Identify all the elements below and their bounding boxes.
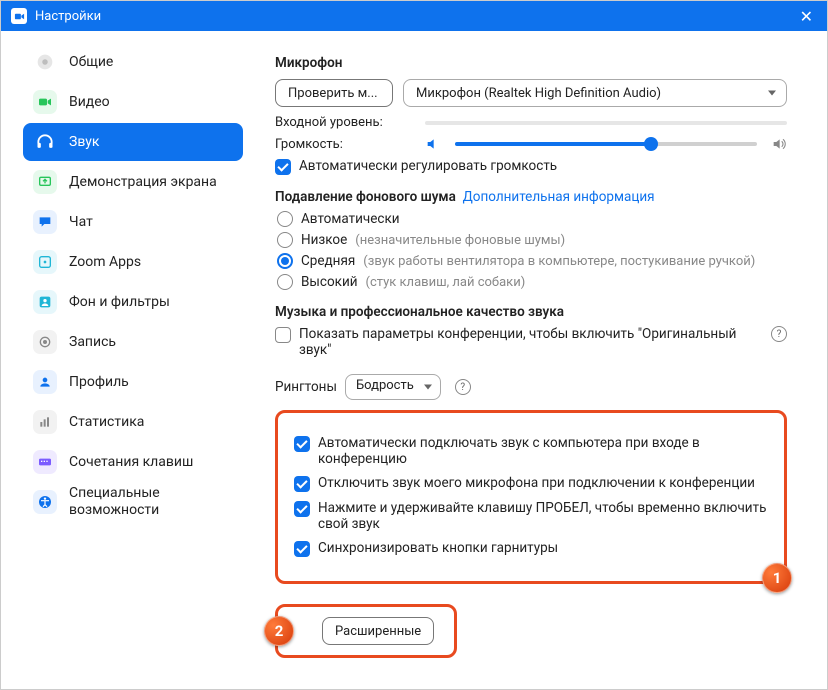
sidebar-item-audio[interactable]: Звук xyxy=(23,123,243,161)
help-icon[interactable]: ? xyxy=(771,326,787,342)
noise-high-radio[interactable] xyxy=(277,274,293,290)
background-icon xyxy=(33,290,57,314)
noise-low-radio[interactable] xyxy=(277,232,293,248)
sync-headset-checkbox[interactable] xyxy=(294,541,310,557)
mute-mic-on-join-checkbox[interactable] xyxy=(294,476,310,492)
auto-adjust-volume-checkbox[interactable] xyxy=(275,159,291,175)
chat-icon xyxy=(33,210,57,234)
test-mic-button[interactable]: Проверить м... xyxy=(275,79,393,107)
original-sound-label: Показать параметры конференции, чтобы вк… xyxy=(299,326,757,358)
sidebar-item-stats[interactable]: Статистика xyxy=(23,403,243,441)
share-screen-icon xyxy=(33,170,57,194)
annotation-badge-2: 2 xyxy=(264,616,294,646)
sidebar-item-chat[interactable]: Чат xyxy=(23,203,243,241)
noise-med-radio[interactable] xyxy=(277,253,293,269)
record-icon xyxy=(33,330,57,354)
titlebar: Настройки ✕ xyxy=(1,1,827,31)
gear-icon xyxy=(33,50,57,74)
profile-icon xyxy=(33,370,57,394)
sidebar-item-profile[interactable]: Профиль xyxy=(23,363,243,401)
volume-label: Громкость: xyxy=(275,137,415,152)
sidebar-item-general[interactable]: Общие xyxy=(23,43,243,81)
highlight-box-2: 2 Расширенные xyxy=(275,604,457,658)
annotation-badge-1: 1 xyxy=(762,563,792,593)
input-level-meter xyxy=(425,121,787,125)
input-level-label: Входной уровень: xyxy=(275,115,415,130)
window-title: Настройки xyxy=(35,9,101,24)
sidebar-item-apps[interactable]: Zoom Apps xyxy=(23,243,243,281)
sidebar-item-background[interactable]: Фон и фильтры xyxy=(23,283,243,321)
noise-auto-radio[interactable] xyxy=(277,211,293,227)
sidebar-item-accessibility[interactable]: Специальные возможности xyxy=(23,483,243,521)
settings-content: Микрофон Проверить м... Микрофон (Realte… xyxy=(251,31,827,689)
auto-join-audio-checkbox[interactable] xyxy=(294,436,310,452)
ringtone-label: Рингтоны xyxy=(275,379,337,395)
sidebar-item-recording[interactable]: Запись xyxy=(23,323,243,361)
help-icon[interactable]: ? xyxy=(455,379,471,395)
auto-adjust-volume-label: Автоматически регулировать громкость xyxy=(299,158,557,174)
advanced-button[interactable]: Расширенные xyxy=(322,617,434,645)
app-icon xyxy=(11,8,27,24)
noise-heading: Подавление фонового шума Дополнительная … xyxy=(275,189,787,205)
volume-slider[interactable] xyxy=(455,142,757,146)
accessibility-icon xyxy=(33,490,57,514)
original-sound-checkbox[interactable] xyxy=(275,327,291,343)
sidebar-item-shortcuts[interactable]: Сочетания клавиш xyxy=(23,443,243,481)
apps-icon xyxy=(33,250,57,274)
headphones-icon xyxy=(33,130,57,154)
mic-heading: Микрофон xyxy=(275,55,787,71)
keyboard-icon xyxy=(33,450,57,474)
highlight-box-1: Автоматически подключать звук с компьюте… xyxy=(275,410,787,584)
speaker-low-icon xyxy=(425,136,441,152)
sidebar-item-video[interactable]: Видео xyxy=(23,83,243,121)
ringtone-select[interactable]: Бодрость xyxy=(345,374,441,400)
close-icon[interactable]: ✕ xyxy=(796,7,817,26)
video-icon xyxy=(33,90,57,114)
stats-icon xyxy=(33,410,57,434)
space-unmute-checkbox[interactable] xyxy=(294,501,310,517)
sidebar-item-share[interactable]: Демонстрация экрана xyxy=(23,163,243,201)
mic-device-select[interactable]: Микрофон (Realtek High Definition Audio) xyxy=(403,79,787,107)
settings-window: Настройки ✕ Общие Видео Звук Демонстраци… xyxy=(0,0,828,690)
noise-info-link[interactable]: Дополнительная информация xyxy=(463,189,655,205)
pro-audio-heading: Музыка и профессиональное качество звука xyxy=(275,304,787,320)
sidebar: Общие Видео Звук Демонстрация экрана Чат… xyxy=(1,31,251,689)
speaker-high-icon xyxy=(771,136,787,152)
